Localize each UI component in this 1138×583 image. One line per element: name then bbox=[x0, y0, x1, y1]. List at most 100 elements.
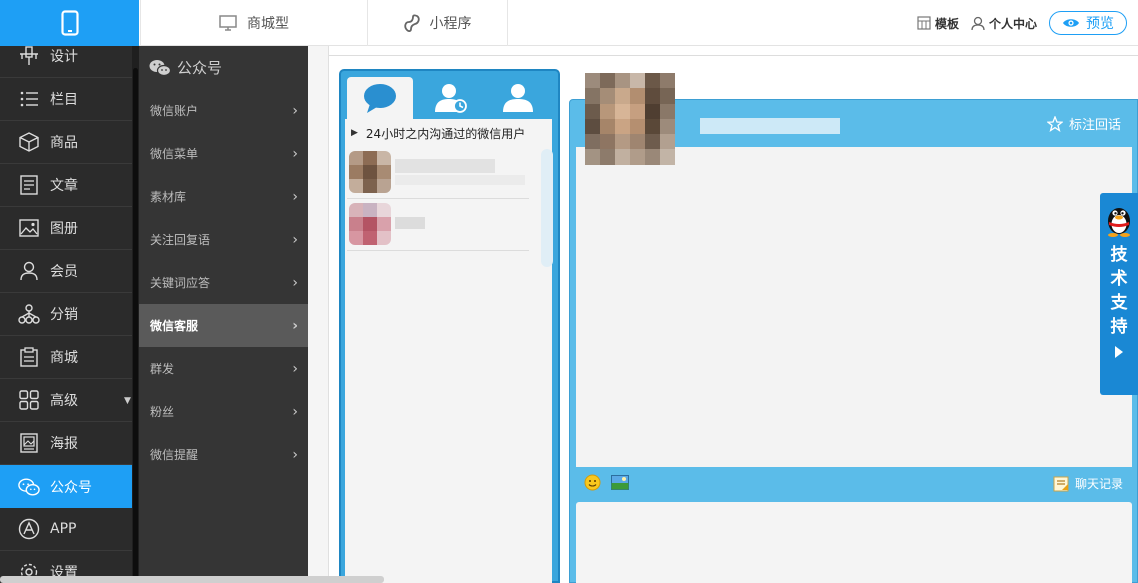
subnav-item-broadcast[interactable]: 群发 › bbox=[139, 347, 308, 390]
monitor-icon bbox=[219, 15, 237, 31]
user-name-blurred bbox=[395, 217, 425, 229]
chat-list-tabs bbox=[341, 71, 558, 119]
chat-bubble-icon bbox=[364, 84, 396, 113]
sidebar-item-distribution[interactable]: 分销 bbox=[0, 293, 132, 336]
template-label: 模板 bbox=[934, 16, 959, 31]
sidebar-item-album[interactable]: 图册 bbox=[0, 207, 132, 250]
sidebar-item-label: 设计 bbox=[50, 49, 78, 65]
chevron-right-icon: › bbox=[292, 145, 298, 162]
network-icon bbox=[18, 303, 40, 325]
mobile-logo[interactable] bbox=[0, 0, 139, 46]
poster-icon bbox=[18, 432, 40, 454]
sidebar-item-member[interactable]: 会员 bbox=[0, 250, 132, 293]
chevron-right-icon: › bbox=[292, 231, 298, 248]
qq-penguin-icon bbox=[1108, 208, 1130, 237]
chat-history-label: 聊天记录 bbox=[1074, 477, 1123, 491]
main-sidebar: 设计 栏目 商品 文章 图册 会员 分销 商城 高级 ▼ 海报 公众号 APP … bbox=[0, 46, 139, 583]
sidebar-item-label: 栏目 bbox=[50, 92, 78, 108]
tab-mini-program-label: 小程序 bbox=[429, 16, 472, 32]
subnav-item-label: 微信客服 bbox=[150, 319, 199, 333]
tab-mall-type[interactable]: 商城型 bbox=[140, 0, 368, 46]
subnav-item-fans[interactable]: 粉丝 › bbox=[139, 390, 308, 433]
emoji-icon[interactable] bbox=[584, 474, 601, 495]
sidebar-item-label: 分销 bbox=[50, 307, 78, 323]
list-icon bbox=[18, 88, 40, 110]
mark-session-label: 标注回话 bbox=[1068, 118, 1121, 133]
sidebar-item-advanced[interactable]: 高级 bbox=[0, 379, 132, 422]
grid-icon bbox=[18, 389, 40, 411]
subnav-item-label: 关注回复语 bbox=[150, 233, 211, 247]
sidebar-item-label: 海报 bbox=[50, 436, 78, 452]
sidebar-item-label: 公众号 bbox=[50, 479, 92, 496]
chat-user-avatar bbox=[585, 73, 675, 165]
design-icon bbox=[18, 46, 40, 67]
subnav-item-reminder[interactable]: 微信提醒 › bbox=[139, 433, 308, 476]
recent-users-header[interactable]: ▶ 24小时之内沟通过的微信用户 bbox=[345, 119, 552, 147]
subnav-item-customer-service[interactable]: 微信客服 › bbox=[139, 304, 308, 347]
tech-support-tab[interactable]: 技术支持 bbox=[1100, 193, 1138, 395]
user-avatar bbox=[349, 151, 391, 193]
chat-list-panel: ▶ 24小时之内沟通过的微信用户 bbox=[339, 69, 560, 583]
tab-mall-type-label: 商城型 bbox=[247, 16, 289, 32]
sidebar-item-column[interactable]: 栏目 bbox=[0, 78, 132, 121]
caret-down-icon: ▼ bbox=[124, 396, 131, 406]
chevron-right-icon: › bbox=[292, 317, 298, 334]
sidebar-item-app[interactable]: APP bbox=[0, 508, 132, 551]
template-link[interactable]: 模板 bbox=[917, 15, 959, 32]
sidebar-item-goods[interactable]: 商品 bbox=[0, 121, 132, 164]
tab-mini-program[interactable]: 小程序 bbox=[368, 0, 508, 46]
chat-user-name-blurred bbox=[700, 118, 840, 134]
user-message-blurred bbox=[395, 175, 525, 185]
preview-button[interactable]: 预览 bbox=[1049, 11, 1127, 35]
chat-list-scrollbar[interactable] bbox=[541, 149, 553, 267]
sidebar-item-design[interactable]: 设计 bbox=[0, 46, 132, 78]
chat-toolbar bbox=[570, 467, 1137, 501]
horizontal-scrollbar[interactable] bbox=[0, 576, 384, 583]
tab-history-users[interactable] bbox=[419, 77, 485, 119]
chat-history-button[interactable]: 聊天记录 bbox=[1053, 475, 1123, 492]
user-name-blurred bbox=[395, 159, 495, 173]
user-center-label: 个人中心 bbox=[988, 16, 1037, 31]
eye-icon bbox=[1063, 19, 1079, 27]
chat-user-item[interactable] bbox=[347, 199, 529, 251]
sidebar-item-label: 高级 bbox=[50, 393, 78, 409]
sidebar-item-mall[interactable]: 商城 bbox=[0, 336, 132, 379]
clipboard-icon bbox=[18, 346, 40, 368]
sidebar-item-label: 文章 bbox=[50, 178, 78, 194]
tab-all-users[interactable] bbox=[485, 77, 551, 119]
sidebar-item-article[interactable]: 文章 bbox=[0, 164, 132, 207]
subnav-item-account[interactable]: 微信账户 › bbox=[139, 89, 308, 132]
sidebar-item-poster[interactable]: 海报 bbox=[0, 422, 132, 465]
chat-user-item[interactable] bbox=[347, 147, 529, 199]
sidebar-item-label: APP bbox=[50, 521, 77, 537]
sidebar-scrollbar-thumb[interactable] bbox=[133, 68, 138, 578]
sidebar-scrollbar[interactable] bbox=[132, 46, 139, 583]
content-divider bbox=[329, 46, 1138, 56]
chevron-right-icon: › bbox=[292, 188, 298, 205]
app-root: 商城型 小程序 模板 个人中心 预览 设计 栏目 商品 文章 图册 会员 分销 … bbox=[0, 0, 1138, 583]
box-icon bbox=[18, 131, 40, 153]
sidebar-item-wechat[interactable]: 公众号 bbox=[0, 465, 139, 508]
user-icon bbox=[971, 16, 985, 30]
mark-session-button[interactable]: 标注回话 bbox=[1046, 114, 1121, 133]
sidebar-item-label: 会员 bbox=[50, 264, 78, 280]
subnav-item-label: 微信账户 bbox=[150, 104, 199, 118]
subnav-item-keyword-reply[interactable]: 关键词应答 › bbox=[139, 261, 308, 304]
user-avatar bbox=[349, 203, 391, 245]
chat-list-body: ▶ 24小时之内沟通过的微信用户 bbox=[345, 119, 553, 583]
tech-support-label: 技术支持 bbox=[1110, 245, 1128, 337]
subnav-item-follow-reply[interactable]: 关注回复语 › bbox=[139, 218, 308, 261]
user-icon bbox=[18, 260, 40, 282]
chat-input-area[interactable] bbox=[576, 502, 1132, 583]
chevron-right-icon: › bbox=[292, 446, 298, 463]
tab-recent-chats[interactable] bbox=[347, 77, 413, 119]
sidebar-item-label: 商品 bbox=[50, 135, 78, 151]
subnav-item-materials[interactable]: 素材库 › bbox=[139, 175, 308, 218]
subnav-header: 公众号 bbox=[139, 46, 308, 89]
top-bar: 商城型 小程序 模板 个人中心 预览 bbox=[0, 0, 1138, 46]
subnav-item-menu[interactable]: 微信菜单 › bbox=[139, 132, 308, 175]
image-upload-icon[interactable] bbox=[611, 474, 629, 494]
user-center-link[interactable]: 个人中心 bbox=[971, 15, 1037, 32]
user-icon bbox=[503, 84, 533, 112]
document-icon bbox=[18, 174, 40, 196]
